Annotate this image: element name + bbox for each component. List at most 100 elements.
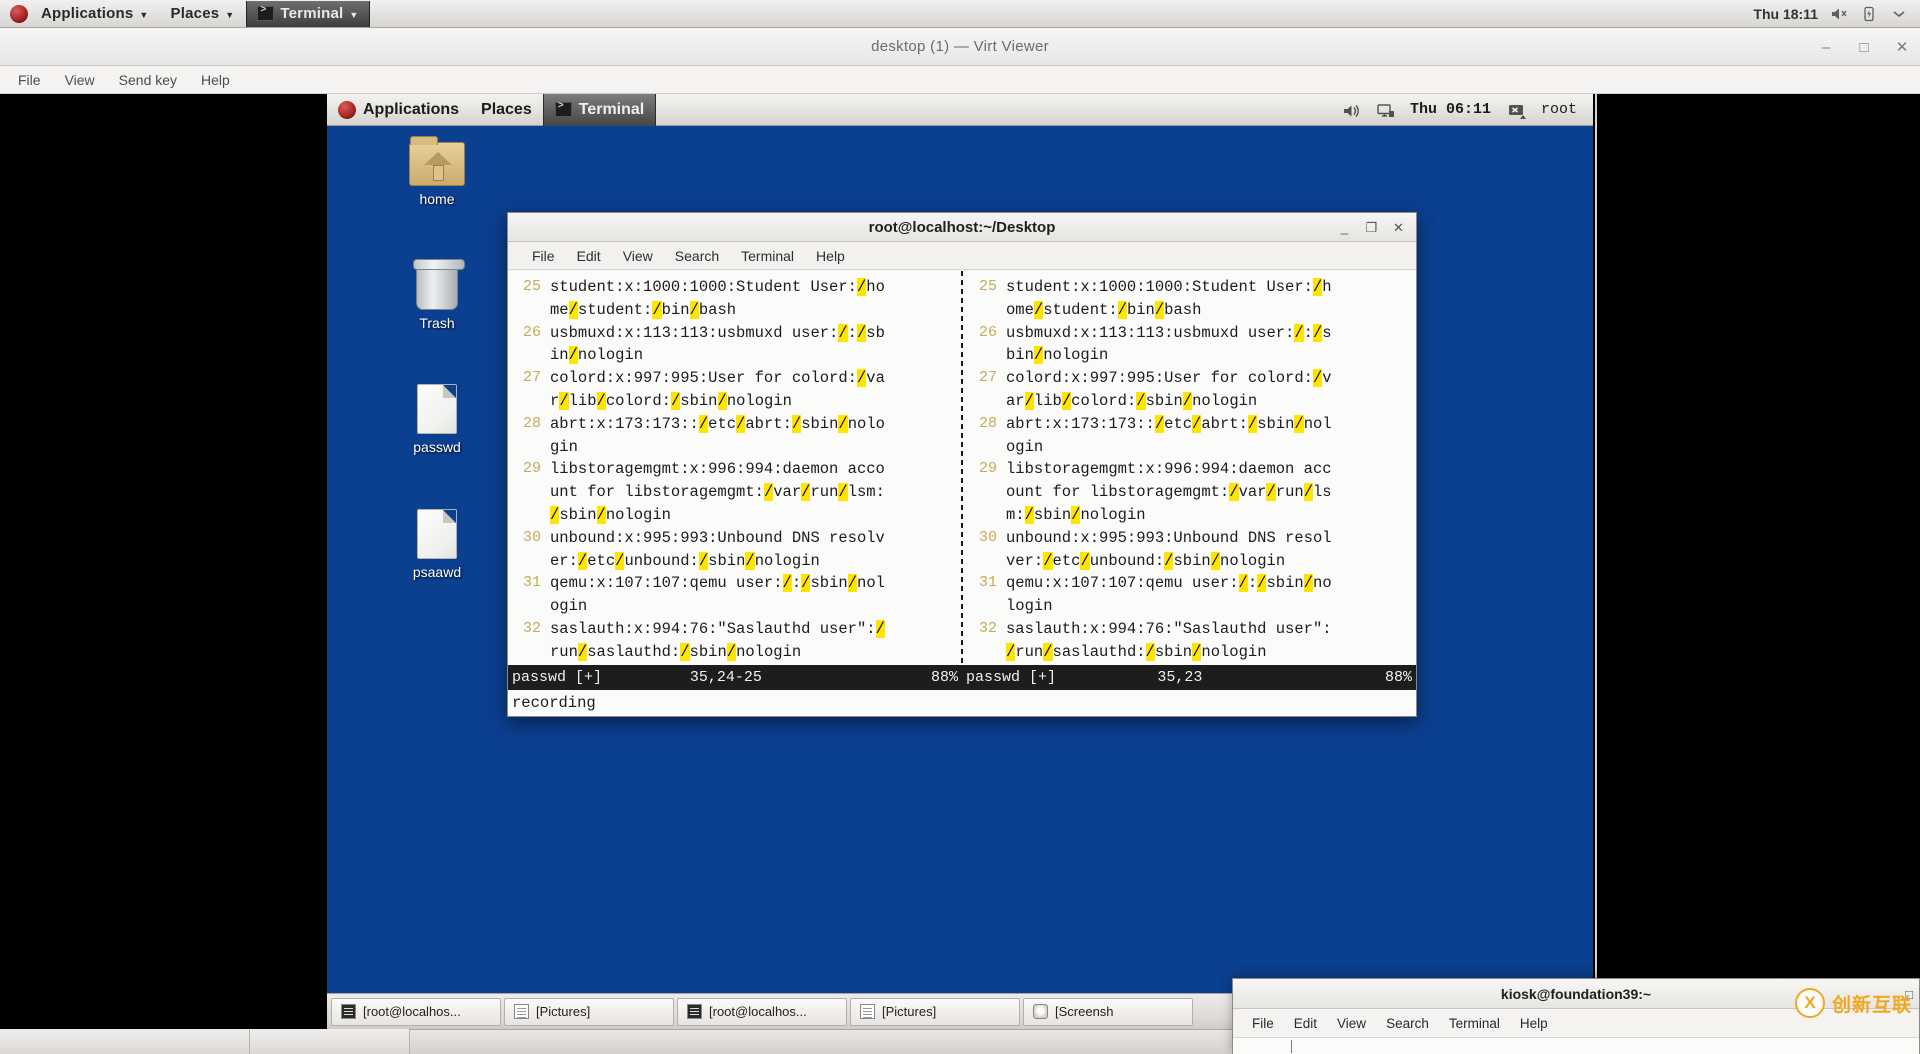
vim-text-run: sbin [680,392,717,410]
vim-line-text: ogin [1006,436,1043,459]
host-menu-places[interactable]: Places ▼ [161,1,245,27]
chevron-down-icon[interactable] [1890,5,1908,23]
search-highlight: / [1025,506,1034,524]
vim-text-run: etc [587,552,615,570]
kiosk-menu-file[interactable]: File [1243,1014,1283,1033]
vim-text-run: bin [1127,301,1155,319]
search-highlight: / [1043,552,1052,570]
terminal-minimize-button[interactable]: _ [1331,217,1358,238]
kiosk-menu-help[interactable]: Help [1511,1014,1557,1033]
desktop-icon-psaawd[interactable]: psaawd [387,509,487,580]
vim-line-number [508,550,550,573]
vim-line-number: 26 [964,322,1006,345]
vim-line: 33ntp:x:38:38::/etc/ntp:/sbin/nologin [508,664,960,665]
taskbar-item-pictures-2[interactable]: [Pictures] [850,998,1020,1026]
desktop-icon-home[interactable]: home [387,142,487,207]
search-highlight: / [764,483,773,501]
vim-line-text: ar/lib/colord:/sbin/nologin [1006,390,1257,413]
taskbar-item-pictures-1[interactable]: [Pictures] [504,998,674,1026]
taskbar-item-screenshot[interactable]: [Screensh [1023,998,1193,1026]
terminal-menu-help[interactable]: Help [806,245,855,267]
search-highlight: / [1025,392,1034,410]
kiosk-menu-terminal[interactable]: Terminal [1440,1014,1509,1033]
volume-icon[interactable] [1342,101,1360,119]
vim-line-text: saslauth:x:994:76:"Saslauthd user":/ [550,618,885,641]
guest-menu-places[interactable]: Places [470,94,543,126]
vim-line-text: saslauth:x:994:76:"Saslauthd user": [1006,618,1332,641]
vim-line-text: abrt:x:173:173::/etc/abrt:/sbin/nolo [550,413,885,436]
kiosk-menu-view[interactable]: View [1328,1014,1375,1033]
guest-menu-terminal-label: Terminal [579,101,645,119]
guest-menu-applications-label: Applications [363,101,459,119]
vim-line: 30unbound:x:995:993:Unbound DNS resol [964,527,1416,550]
terminal-menu-search[interactable]: Search [665,245,729,267]
vim-line: 31qemu:x:107:107:qemu user:/:/sbin/nol [508,572,960,595]
vim-line-text: /sbin/nologin [550,504,671,527]
terminal-close-button[interactable]: ✕ [1385,217,1412,238]
search-highlight: / [597,392,606,410]
vim-text-run: bash [699,301,736,319]
menu-view[interactable]: View [55,69,105,91]
menu-file[interactable]: File [8,69,51,91]
host-menu-applications-label: Applications [41,5,133,22]
desktop-icon-trash[interactable]: Trash [387,264,487,331]
host-taskbar-segment[interactable] [0,1029,250,1054]
vim-text-run: login [1006,597,1053,615]
vim-text-run: va [866,369,885,387]
search-highlight: / [857,278,866,296]
search-highlight: / [1229,483,1238,501]
vim-line-text: r/lib/colord:/sbin/nologin [550,390,792,413]
terminal-menu-view[interactable]: View [613,245,663,267]
vim-text-run: nolo [848,415,885,433]
battery-icon[interactable] [1860,5,1878,23]
kiosk-terminal-body[interactable] [1233,1037,1919,1054]
guest-username[interactable]: root [1541,101,1577,118]
vim-text-run: : [792,574,801,592]
vim-line-text: unbound:x:995:993:Unbound DNS resol [1006,527,1332,550]
taskbar-item-terminal-1[interactable]: [root@localhos... [331,998,501,1026]
network-icon[interactable] [1376,101,1394,119]
host-menu-applications[interactable]: Applications ▼ [0,1,159,27]
vim-text-run: ver: [1006,552,1043,570]
terminal-titlebar[interactable]: root@localhost:~/Desktop _ ❐ ✕ [508,213,1416,242]
menu-send-key[interactable]: Send key [109,69,187,91]
terminal-menu-file[interactable]: File [522,245,565,267]
kiosk-menu-search[interactable]: Search [1377,1014,1438,1033]
vim-line: 25student:x:1000:1000:Student User:/ho [508,276,960,299]
guest-menu-terminal[interactable]: Terminal [543,94,657,126]
vim-text-run: nologin [606,506,671,524]
search-highlight: / [1239,574,1248,592]
guest-clock[interactable]: Thu 06:11 [1410,101,1491,118]
search-highlight: / [838,324,847,342]
kiosk-menu-edit[interactable]: Edit [1285,1014,1326,1033]
volume-muted-icon[interactable] [1830,5,1848,23]
maximize-button[interactable]: □ [1856,39,1872,56]
terminal-maximize-button[interactable]: ❐ [1358,217,1385,238]
vim-status-left-percent: 88% [931,669,962,686]
close-button[interactable]: ✕ [1894,38,1910,56]
guest-menu-applications[interactable]: Applications [327,94,470,126]
vim-line: unt for libstoragemgmt:/var/run/lsm: [508,481,960,504]
chevron-down-icon: ▼ [225,10,234,20]
desktop-icon-passwd[interactable]: passwd [387,384,487,455]
terminal-menu-terminal[interactable]: Terminal [731,245,804,267]
vim-text-run: nologin [1201,643,1266,661]
host-menu-terminal[interactable]: Terminal ▼ [246,1,369,27]
host-taskbar-segment[interactable] [250,1029,410,1054]
folder-icon [860,1004,875,1019]
vim-line: ogin [964,436,1416,459]
vim-command-line[interactable]: recording [508,690,1416,716]
user-icon[interactable] [1507,101,1525,119]
vim-line-text: login [1006,595,1053,618]
vim-pane-right[interactable]: 25student:x:1000:1000:Student User:/home… [964,271,1416,665]
menu-help[interactable]: Help [191,69,240,91]
vim-pane-left[interactable]: 25student:x:1000:1000:Student User:/home… [508,271,960,665]
taskbar-item-terminal-2[interactable]: [root@localhos... [677,998,847,1026]
host-clock[interactable]: Thu 18:11 [1753,6,1818,22]
terminal-menu-edit[interactable]: Edit [567,245,611,267]
vim-text-run: sbin [1257,415,1294,433]
minimize-button[interactable]: – [1818,39,1834,56]
search-highlight: / [745,552,754,570]
vim-line: 32saslauth:x:994:76:"Saslauthd user":/ [508,618,960,641]
vim-line: me/student:/bin/bash [508,299,960,322]
